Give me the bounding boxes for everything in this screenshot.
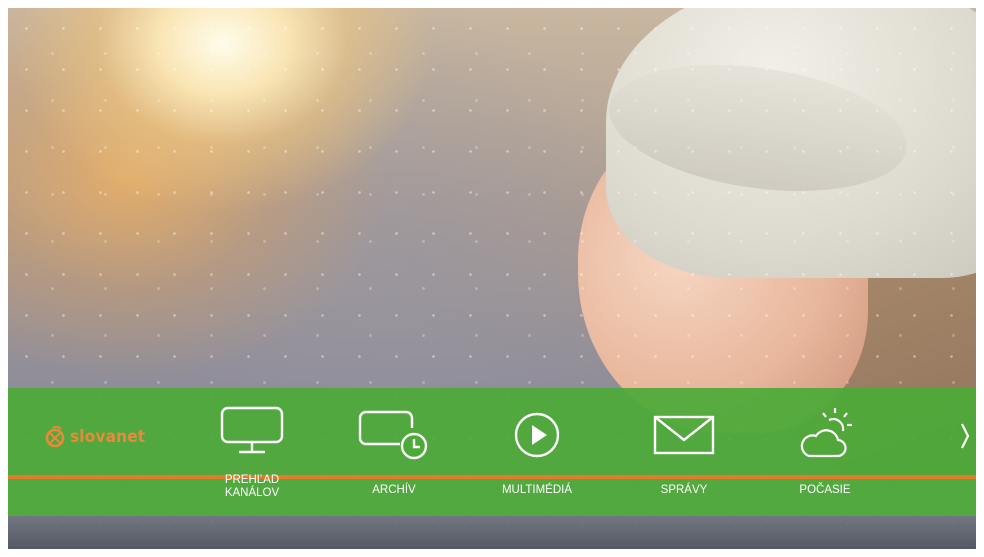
slovanet-logo: slovanet [44, 424, 145, 450]
logo-mark-icon [45, 426, 65, 448]
menu-label-line2: KANÁLOV [224, 487, 280, 499]
menu-item-weather[interactable]: POČASIE [775, 400, 875, 500]
chevron-right-icon[interactable] [955, 416, 975, 456]
menu-label: POČASIE [799, 484, 851, 496]
mail-icon [653, 415, 715, 455]
menu-label: SPRÁVY [660, 484, 708, 496]
logo-text: slovanet [70, 427, 146, 447]
weather-icon [800, 408, 852, 458]
menu-item-channel-overview[interactable]: PREHĽAD KANÁLOV [202, 400, 302, 500]
tv-icon [220, 406, 284, 453]
archive-clock-icon [358, 410, 428, 460]
menu-label: MULTIMÉDIÁ [501, 484, 573, 496]
menu-item-news[interactable]: SPRÁVY [634, 400, 734, 500]
play-icon [514, 412, 560, 458]
menu-item-archive[interactable]: ARCHÍV [344, 400, 444, 500]
menu-item-multimedia[interactable]: MULTIMÉDIÁ [487, 400, 587, 500]
menu-label: ARCHÍV [372, 484, 416, 496]
menu-label-line1: PREHĽAD [224, 474, 280, 486]
bottom-band [8, 516, 976, 549]
